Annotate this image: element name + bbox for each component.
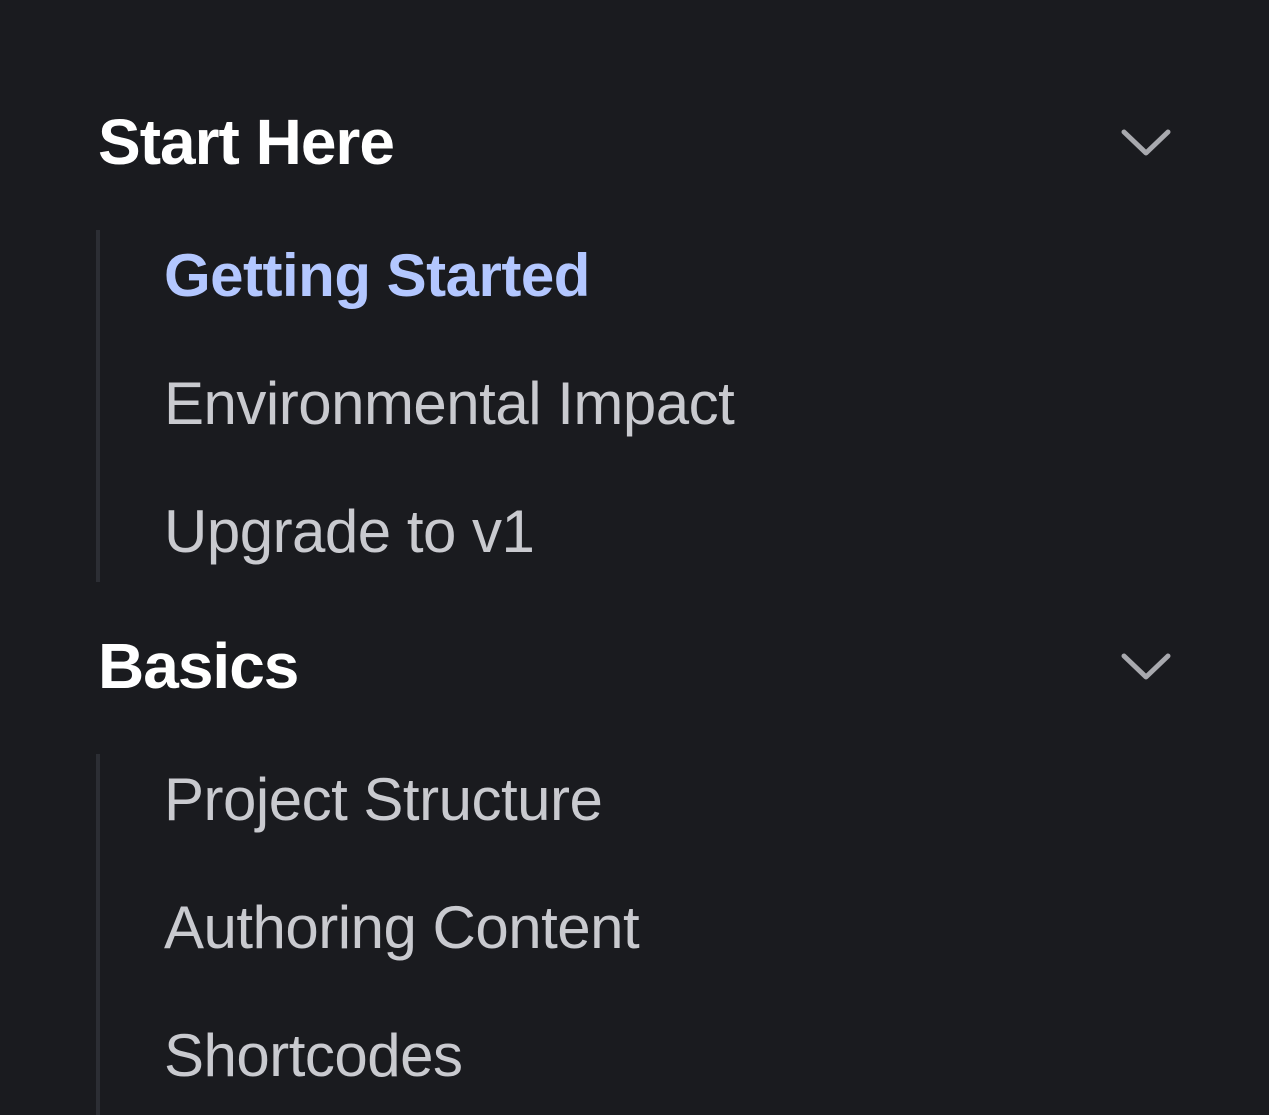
group-list-start-here bbox=[96, 230, 100, 582]
sidebar-nav: Start Here Getting Started Environmental… bbox=[0, 0, 1269, 1115]
group-list-basics bbox=[96, 754, 100, 1115]
group-header-basics[interactable]: Basics bbox=[98, 626, 1178, 706]
chevron-down-icon[interactable] bbox=[1118, 122, 1174, 162]
group-title: Basics bbox=[98, 630, 299, 702]
sidebar-item-environmental-impact[interactable]: Environmental Impact bbox=[164, 364, 735, 444]
group-header-start-here[interactable]: Start Here bbox=[98, 102, 1178, 182]
sidebar-item-shortcodes[interactable]: Shortcodes bbox=[164, 1016, 463, 1096]
group-title: Start Here bbox=[98, 106, 395, 178]
sidebar-item-project-structure[interactable]: Project Structure bbox=[164, 760, 603, 840]
sidebar-item-authoring-content[interactable]: Authoring Content bbox=[164, 888, 640, 968]
chevron-down-icon[interactable] bbox=[1118, 646, 1174, 686]
sidebar-item-upgrade-to-v1[interactable]: Upgrade to v1 bbox=[164, 492, 535, 572]
sidebar-item-getting-started[interactable]: Getting Started bbox=[164, 236, 590, 316]
